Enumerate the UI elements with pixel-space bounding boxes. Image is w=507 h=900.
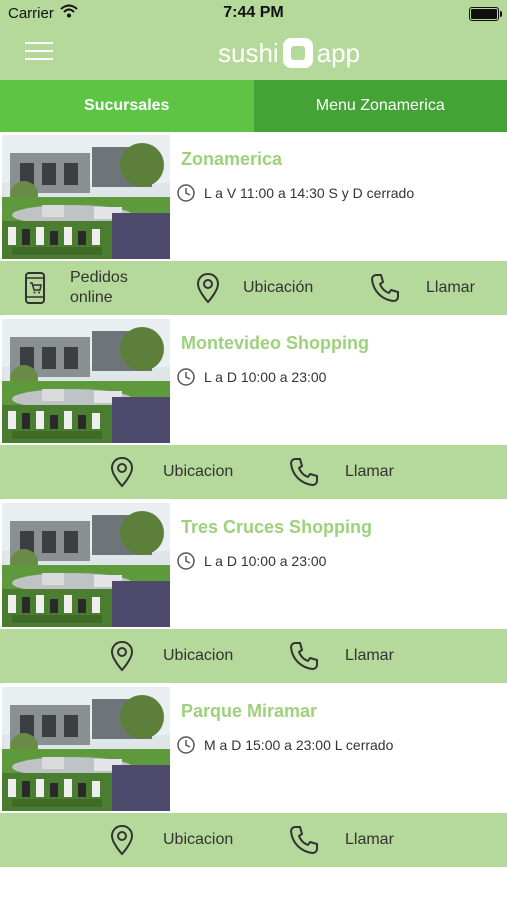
branch-card: Zonamerica L a V 11:00 a 14:30 S y D cer… xyxy=(0,133,507,317)
header: Carrier 7:44 PM sushi app xyxy=(0,0,507,80)
location-button[interactable]: Ubicacion xyxy=(110,813,233,867)
clock-icon xyxy=(176,551,196,571)
location-button[interactable]: Ubicacion xyxy=(110,629,233,683)
location-pin-icon xyxy=(110,456,134,488)
menu-button[interactable] xyxy=(25,40,53,62)
hours-text: L a D 10:00 a 23:00 xyxy=(204,369,327,385)
tab-bar: Sucursales Menu Zonamerica xyxy=(0,80,507,132)
location-button[interactable]: Ubicacion xyxy=(110,445,233,499)
call-label: Llamar xyxy=(426,279,475,296)
logo-icon xyxy=(282,38,313,68)
app-logo: sushi app xyxy=(218,36,360,70)
branch-card: Montevideo Shopping L a D 10:00 a 23:00 … xyxy=(0,317,507,501)
call-label: Llamar xyxy=(345,831,394,848)
branch-hours: L a D 10:00 a 23:00 xyxy=(176,367,326,387)
call-button[interactable]: Llamar xyxy=(369,261,475,315)
branch-card: Tres Cruces Shopping L a D 10:00 a 23:00… xyxy=(0,501,507,685)
branch-card: Parque Miramar M a D 15:00 a 23:00 L cer… xyxy=(0,685,507,869)
status-bar: Carrier 7:44 PM xyxy=(0,0,507,28)
order-online-label: Pedidos online xyxy=(70,269,128,306)
tab-sucursales[interactable]: Sucursales xyxy=(0,80,254,132)
location-pin-icon xyxy=(196,272,220,304)
branch-photo[interactable] xyxy=(2,319,170,443)
clock-icon xyxy=(176,183,196,203)
status-time: 7:44 PM xyxy=(223,4,284,21)
battery-icon xyxy=(469,7,502,21)
hours-text: L a V 11:00 a 14:30 S y D cerrado xyxy=(204,185,415,201)
phone-icon xyxy=(288,456,320,488)
location-label: Ubicacion xyxy=(163,463,234,480)
branch-name[interactable]: Zonamerica xyxy=(181,149,282,170)
location-pin-icon xyxy=(110,824,134,856)
logo-text-left: sushi xyxy=(218,37,279,68)
branch-name[interactable]: Parque Miramar xyxy=(181,701,317,722)
call-button[interactable]: Llamar xyxy=(288,629,394,683)
order-online-button[interactable]: Pedidos online xyxy=(24,261,140,315)
phone-icon xyxy=(288,824,320,856)
branch-hours: L a D 10:00 a 23:00 xyxy=(176,551,326,571)
hours-text: L a D 10:00 a 23:00 xyxy=(204,553,327,569)
mobile-cart-icon xyxy=(24,271,46,305)
tab-menu-zonamerica[interactable]: Menu Zonamerica xyxy=(253,80,507,132)
branch-name[interactable]: Montevideo Shopping xyxy=(181,333,369,354)
branch-photo[interactable] xyxy=(2,503,170,627)
logo-text-right: app xyxy=(316,37,361,68)
clock-icon xyxy=(176,735,196,755)
branch-hours: M a D 15:00 a 23:00 L cerrado xyxy=(176,735,393,755)
location-label: Ubicacion xyxy=(163,831,234,848)
location-pin-icon xyxy=(110,640,134,672)
location-label: Ubicación xyxy=(243,279,314,296)
call-label: Llamar xyxy=(345,463,394,480)
branch-photo[interactable] xyxy=(2,135,170,259)
branch-hours: L a V 11:00 a 14:30 S y D cerrado xyxy=(176,183,414,203)
phone-icon xyxy=(288,640,320,672)
branch-name[interactable]: Tres Cruces Shopping xyxy=(181,517,372,538)
call-label: Llamar xyxy=(345,647,394,664)
clock-icon xyxy=(176,367,196,387)
call-button[interactable]: Llamar xyxy=(288,813,394,867)
action-bar: Ubicacion Llamar xyxy=(0,445,507,499)
location-button[interactable]: Ubicación xyxy=(196,261,313,315)
call-button[interactable]: Llamar xyxy=(288,445,394,499)
action-bar: Ubicacion Llamar xyxy=(0,629,507,683)
phone-icon xyxy=(369,272,401,304)
hours-text: M a D 15:00 a 23:00 L cerrado xyxy=(204,737,394,753)
location-label: Ubicacion xyxy=(163,647,234,664)
branch-photo[interactable] xyxy=(2,687,170,811)
action-bar: Pedidos online Ubicación Llamar xyxy=(0,261,507,315)
action-bar: Ubicacion Llamar xyxy=(0,813,507,867)
